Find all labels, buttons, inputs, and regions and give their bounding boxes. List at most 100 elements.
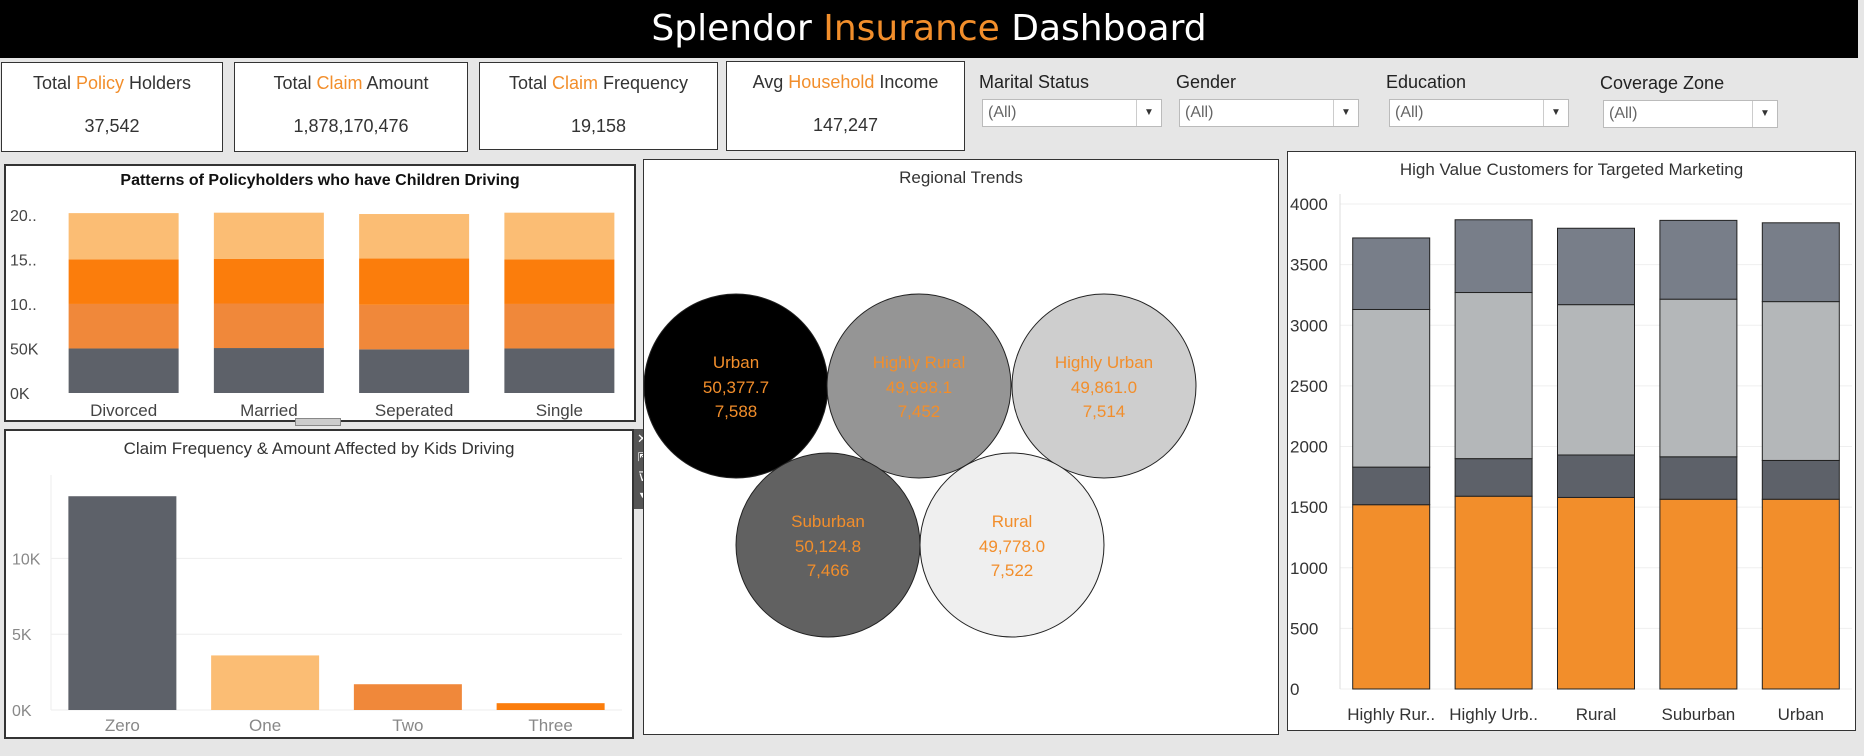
title-accent: Insurance	[823, 8, 1000, 49]
filter-coverage-zone-select[interactable]: (All) ▼	[1603, 100, 1778, 128]
bar-segment	[68, 259, 179, 304]
x-tick-label: Single	[536, 401, 583, 420]
x-tick-label: Highly Rur..	[1347, 705, 1435, 724]
bar-segment	[213, 348, 324, 393]
chevron-down-icon[interactable]: ▼	[1752, 101, 1777, 127]
region-value: 50,124.8	[795, 537, 861, 556]
region-label: Highly Rural	[873, 353, 966, 372]
filter-value: (All)	[1395, 104, 1424, 121]
region-count: 7,466	[807, 561, 850, 580]
x-tick-label: Seperated	[375, 401, 453, 420]
region-count: 7,522	[991, 561, 1034, 580]
filter-value: (All)	[1185, 104, 1214, 121]
x-tick-label: Married	[240, 401, 298, 420]
bar-segment	[504, 348, 615, 393]
kpi-total-policy-holders: Total Policy Holders 37,542	[1, 62, 223, 152]
filter-marital-status-label: Marital Status	[979, 72, 1090, 92]
kpi-value: 1,878,170,476	[293, 116, 409, 136]
bar-segment	[1454, 292, 1533, 460]
region-label: Suburban	[791, 512, 865, 531]
bar	[496, 703, 605, 710]
kpi-label-pre: Total	[32, 73, 76, 93]
filter-value: (All)	[988, 104, 1017, 121]
high-value-customers-chart: 0 500 1000 1500 2000 2500 3000 3500 4000 Highly R…	[1290, 194, 1852, 724]
kpi-label-accent: Policy	[75, 73, 124, 93]
x-tick-label: Three	[528, 716, 572, 735]
region-count: 7,588	[715, 402, 758, 421]
bar-segment	[1659, 498, 1738, 690]
bar-segment	[1659, 456, 1738, 500]
bar-segment	[1352, 308, 1431, 468]
bar-segment	[1659, 219, 1738, 300]
region-label: Highly Urban	[1055, 353, 1153, 372]
resize-handle[interactable]	[295, 418, 341, 426]
y-tick-label: 3000	[1290, 316, 1328, 335]
kpi-value: 147,247	[812, 115, 879, 135]
filter-gender-select[interactable]: (All) ▼	[1179, 99, 1359, 127]
regional-trends-panel: Regional Trends Urban 50,377.7 7,588 Highly…	[643, 159, 1279, 735]
children-driving-panel: Patterns of Policyholders who have Child…	[4, 164, 636, 422]
region-value: 49,861.0	[1071, 378, 1137, 397]
y-tick-label: 3500	[1290, 256, 1328, 275]
filter-coverage-zone-label: Coverage Zone	[1600, 73, 1725, 93]
bar-segment	[1352, 237, 1431, 310]
y-tick-label: 0	[1290, 680, 1299, 699]
kpi-label-accent: Claim	[551, 73, 598, 93]
region-value: 49,998.1	[886, 378, 952, 397]
x-tick-label: Rural	[1576, 705, 1617, 724]
kpi-value: 19,158	[570, 116, 627, 136]
bar-segment	[1454, 458, 1533, 497]
kpi-label-accent: Household	[788, 72, 875, 92]
kpi-label-pre: Total	[508, 73, 552, 93]
bar-segment	[359, 214, 470, 259]
bar-segment	[504, 212, 615, 260]
filter-gender-label: Gender	[1176, 72, 1237, 92]
bar-segment	[1352, 466, 1431, 506]
y-tick-label: 15..	[10, 252, 37, 269]
x-tick-label: Zero	[105, 716, 140, 735]
kpi-label-pre: Avg	[752, 72, 789, 92]
bar-segment	[213, 212, 324, 259]
y-tick-label: 0K	[12, 703, 32, 720]
chevron-down-icon[interactable]: ▼	[1136, 100, 1161, 126]
kpi-label: Avg Household Income	[727, 72, 964, 93]
chevron-down-icon[interactable]: ▼	[1543, 100, 1568, 126]
chevron-down-icon[interactable]: ▼	[1333, 100, 1358, 126]
title-part1: Splendor	[651, 8, 824, 49]
children-driving-chart: 0K 50K 10.. 15.. 20.. Divorced Married Seperate…	[10, 208, 615, 420]
bar-segment	[1454, 219, 1533, 294]
kpi-label-post: Holders	[124, 73, 192, 93]
region-value: 49,778.0	[979, 537, 1045, 556]
y-tick-label: 20..	[10, 208, 37, 225]
y-tick-label: 4000	[1290, 195, 1328, 214]
kpi-value: 37,542	[84, 116, 140, 136]
filter-education-select[interactable]: (All) ▼	[1389, 99, 1569, 127]
kpi-total-claim-amount: Total Claim Amount 1,878,170,476	[234, 62, 468, 152]
y-tick-label: 50K	[10, 341, 39, 358]
bar-segment	[1761, 459, 1840, 500]
x-tick-label: Highly Urb..	[1449, 705, 1538, 724]
bar	[68, 496, 177, 710]
y-tick-label: 2500	[1290, 377, 1328, 396]
bar-segment	[1557, 304, 1635, 456]
region-label: Rural	[992, 512, 1033, 531]
bar-segment	[1352, 504, 1431, 690]
kpi-total-claim-frequency: Total Claim Frequency 19,158	[479, 62, 718, 150]
bar-segment	[68, 303, 179, 349]
bar-segment	[1761, 222, 1840, 303]
x-tick-label: Divorced	[90, 401, 157, 420]
region-count: 7,452	[898, 402, 941, 421]
bar-segment	[1557, 227, 1635, 306]
y-tick-label: 0K	[10, 386, 30, 403]
kpi-label-pre: Total	[273, 73, 317, 93]
bar-segment	[213, 303, 324, 349]
x-tick-label: Two	[392, 716, 423, 735]
bar-segment	[504, 259, 615, 304]
bar-segment	[1761, 301, 1840, 461]
region-label: Urban	[713, 353, 759, 372]
filter-marital-status-select[interactable]: (All) ▼	[982, 99, 1162, 127]
y-tick-label: 5K	[12, 627, 32, 644]
title-part2: Dashboard	[999, 8, 1207, 49]
regional-trends-chart: Urban 50,377.7 7,588 Highly Rural 49,998.1 7,…	[644, 293, 1197, 638]
y-tick-label: 10K	[12, 551, 41, 568]
